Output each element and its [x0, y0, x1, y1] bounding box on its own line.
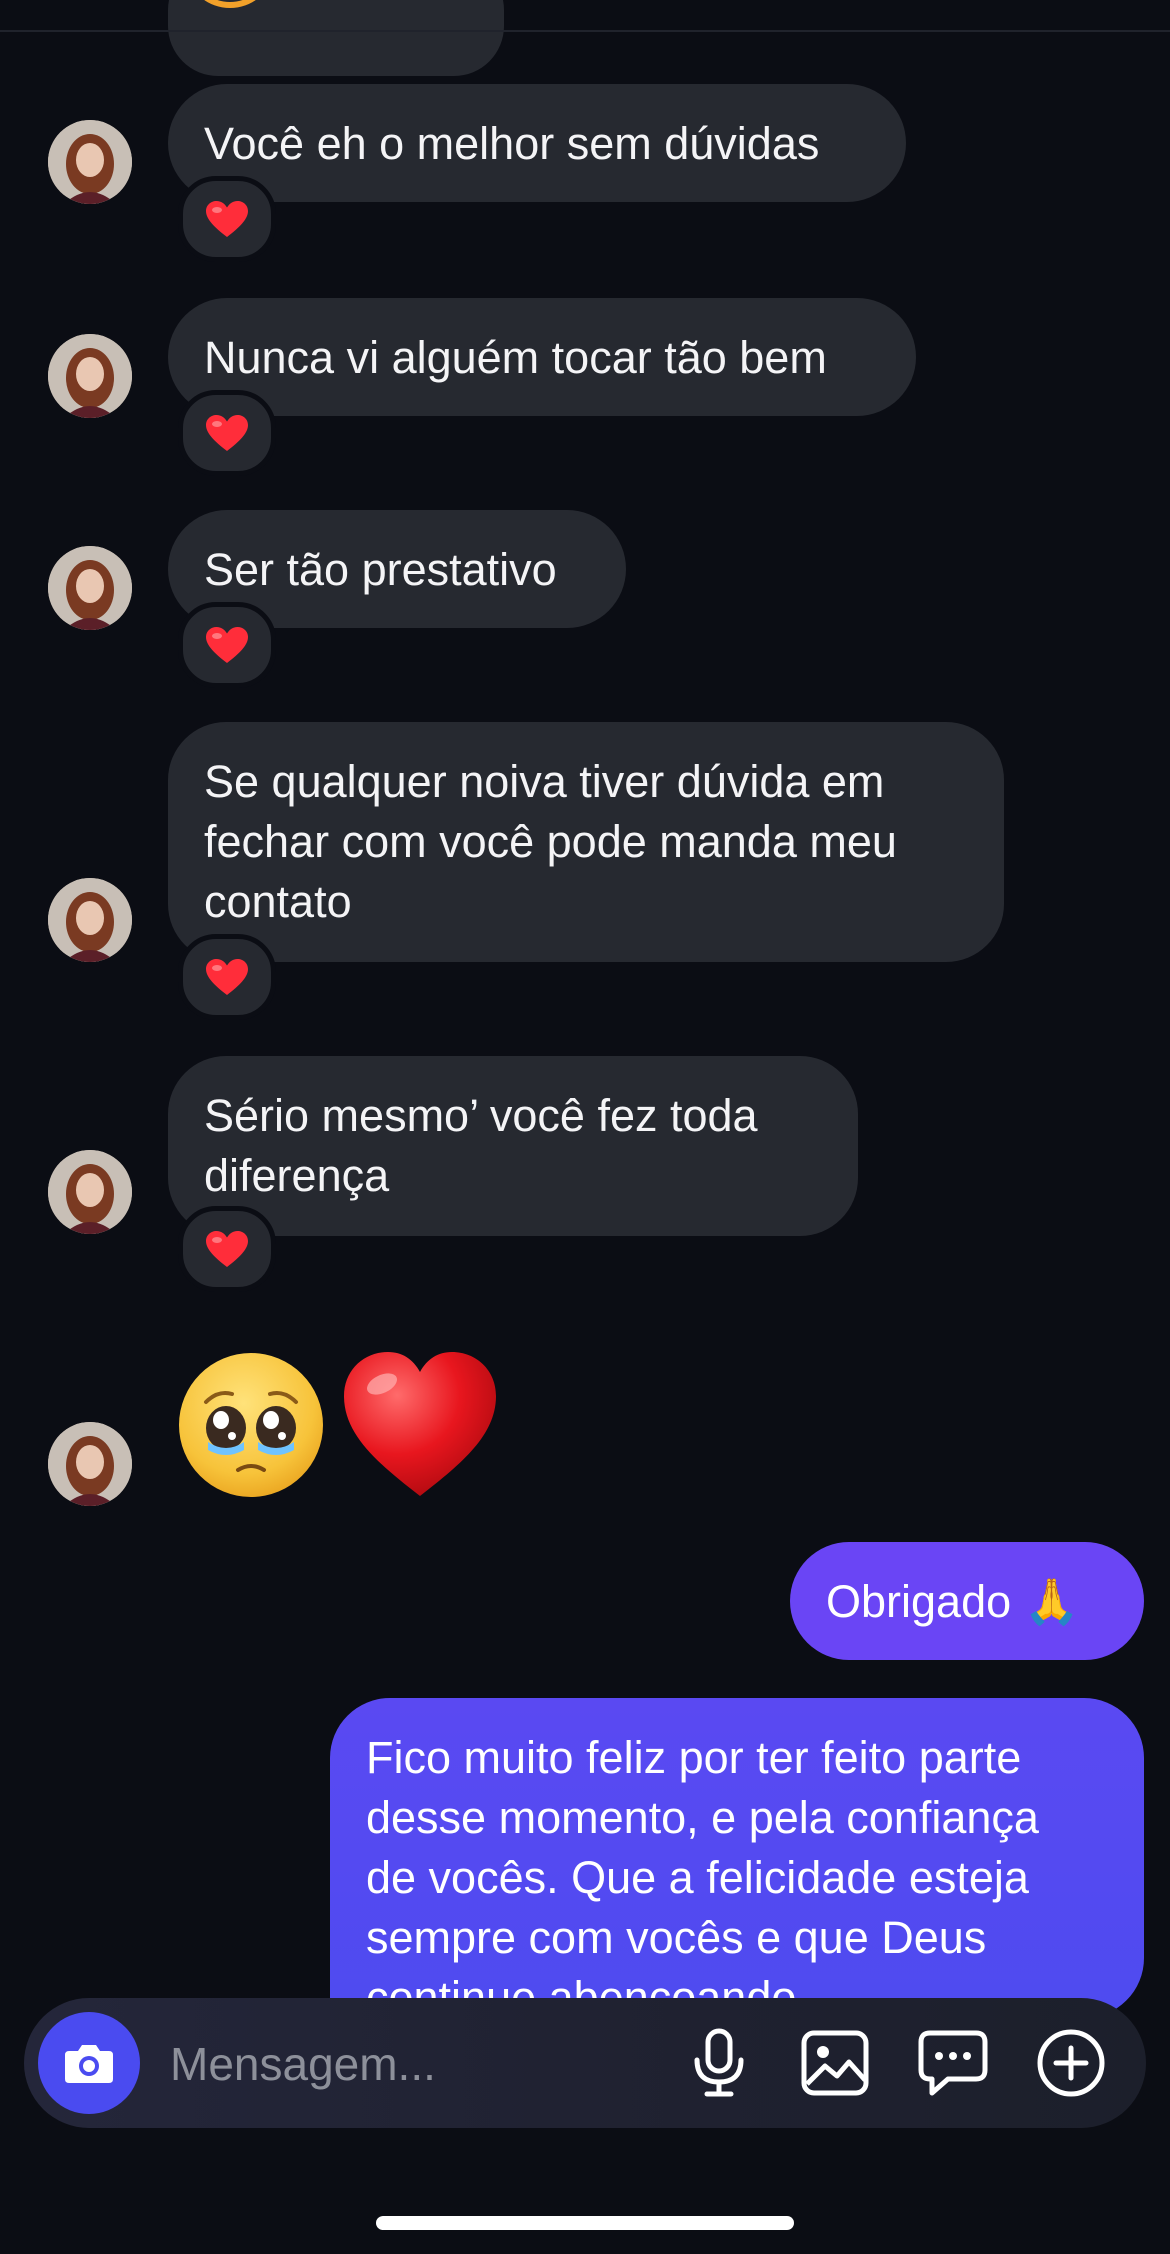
avatar[interactable]	[48, 120, 132, 204]
avatar[interactable]	[48, 546, 132, 630]
message-line: Fico muito feliz por ter feito parte	[366, 1732, 1022, 1783]
avatar[interactable]	[48, 878, 132, 962]
avatar[interactable]	[48, 334, 132, 418]
plus-icon	[1037, 2029, 1105, 2097]
home-indicator[interactable]	[376, 2216, 794, 2230]
reaction-badge[interactable]	[178, 934, 276, 1020]
avatar-photo	[48, 334, 132, 418]
message-text: Nunca vi alguém tocar tão bem	[204, 332, 827, 383]
avatar-photo	[48, 120, 132, 204]
microphone-icon	[694, 2028, 744, 2097]
message-line: fechar com você pode manda meu	[204, 816, 897, 867]
message-text: Obrigado 🙏	[826, 1576, 1080, 1627]
sent-message[interactable]: Obrigado 🙏	[790, 1542, 1144, 1660]
reaction-badge[interactable]	[178, 602, 276, 688]
heart-icon	[206, 1231, 248, 1267]
avatar-photo	[48, 1150, 132, 1234]
message-line: de vocês. Que a felicidade esteja	[366, 1852, 1029, 1903]
message-line: Sério mesmo’ você fez toda	[204, 1090, 758, 1141]
sticker-icon	[918, 2030, 988, 2096]
gallery-button[interactable]	[794, 2022, 876, 2104]
avatar[interactable]	[48, 1422, 132, 1506]
heart-icon	[206, 627, 248, 663]
reaction-badge[interactable]	[178, 1206, 276, 1292]
avatar-photo	[48, 1422, 132, 1506]
reaction-badge[interactable]	[178, 390, 276, 476]
message-input[interactable]	[168, 2030, 652, 2098]
avatar[interactable]	[48, 1150, 132, 1234]
message-line: sempre com vocês e que Deus	[366, 1912, 987, 1963]
avatar-photo	[48, 878, 132, 962]
message-line: contato	[204, 876, 352, 927]
image-icon	[801, 2030, 869, 2096]
camera-icon	[65, 2045, 113, 2083]
message-text: Ser tão prestativo	[204, 544, 557, 595]
voice-button[interactable]	[678, 2022, 760, 2104]
message-text: Você eh o melhor sem dúvidas	[204, 118, 820, 169]
camera-button[interactable]	[38, 2012, 140, 2114]
reaction-badge[interactable]	[178, 176, 276, 262]
header-divider	[0, 30, 1170, 32]
heart-icon	[206, 959, 248, 995]
received-message[interactable]: Se qualquer noiva tiver dúvida em fechar…	[168, 722, 1004, 962]
pleading-face-icon	[179, 1353, 323, 1497]
heart-icon	[206, 415, 248, 451]
red-heart-icon	[344, 1352, 496, 1496]
message-composer	[24, 1998, 1146, 2128]
message-line: Se qualquer noiva tiver dúvida em	[204, 756, 885, 807]
more-button[interactable]	[1030, 2022, 1112, 2104]
sent-message[interactable]: Fico muito feliz por ter feito parte des…	[330, 1698, 1144, 2018]
heart-icon	[206, 201, 248, 237]
received-message[interactable]: Você eh o melhor sem dúvidas	[168, 84, 906, 202]
emoji-message[interactable]	[176, 1350, 506, 1500]
chat-screen: Você eh o melhor sem dúvidas Nunca vi al…	[0, 0, 1170, 2254]
message-line: desse momento, e pela confiança	[366, 1792, 1039, 1843]
avatar-photo	[48, 546, 132, 630]
received-message[interactable]: Sério mesmo’ você fez toda diferença	[168, 1056, 858, 1236]
message-line: diferença	[204, 1150, 390, 1201]
previous-message-bubble	[168, 0, 504, 76]
sticker-button[interactable]	[912, 2022, 994, 2104]
received-message[interactable]: Nunca vi alguém tocar tão bem	[168, 298, 916, 416]
